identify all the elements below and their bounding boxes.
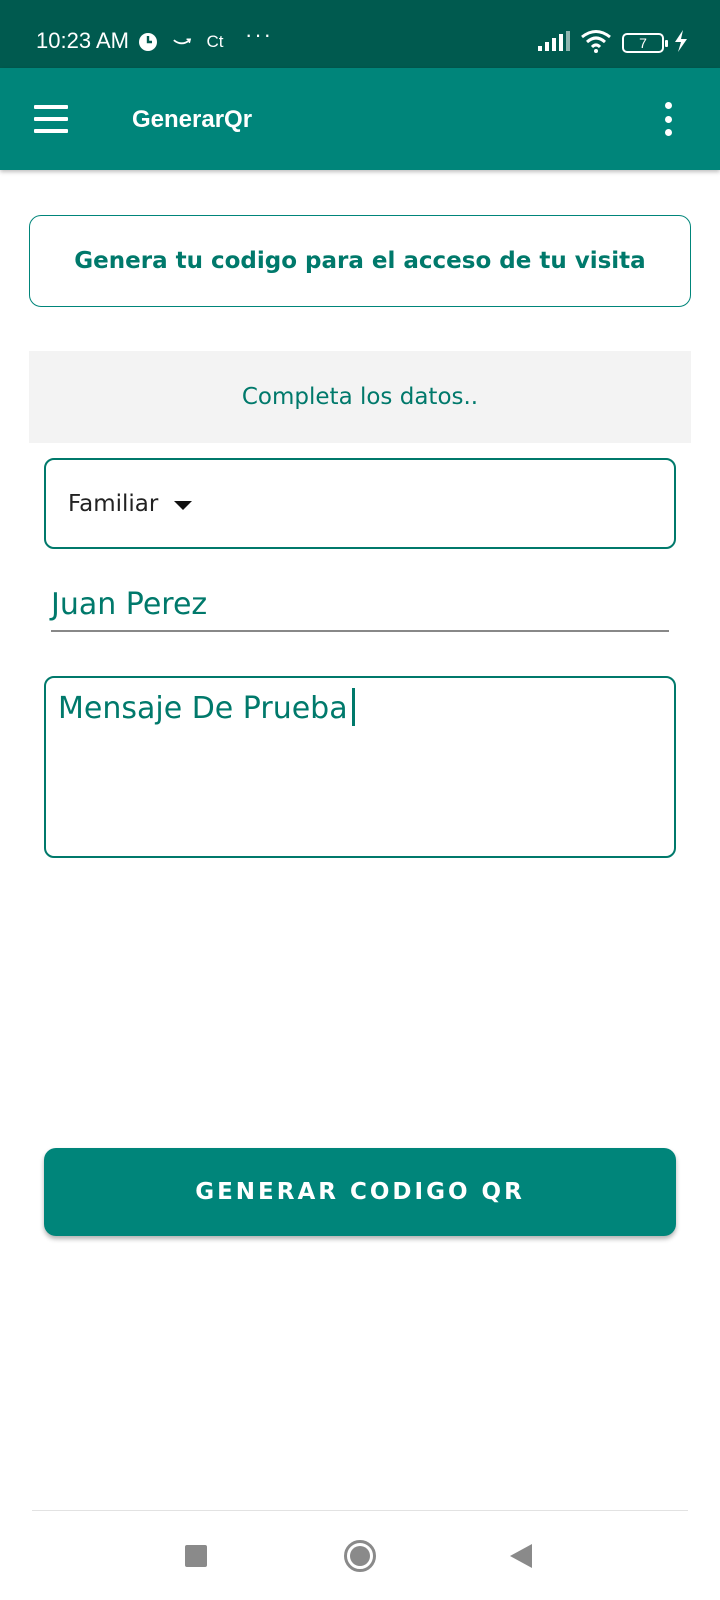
- message-textarea[interactable]: Mensaje De Prueba: [44, 676, 676, 858]
- app-title: GenerarQr: [132, 106, 253, 133]
- menu-icon[interactable]: [34, 105, 68, 133]
- nav-divider: [32, 1510, 688, 1511]
- name-input[interactable]: Juan Perez: [51, 578, 669, 632]
- visit-type-dropdown[interactable]: Familiar: [44, 458, 676, 549]
- signal-icon: [538, 31, 570, 55]
- header-card: Genera tu codigo para el acceso de tu vi…: [29, 215, 691, 307]
- status-right-group: 7: [538, 30, 688, 56]
- more-notifications-icon: ···: [245, 22, 273, 47]
- generate-qr-button[interactable]: GENERAR CODIGO QR: [44, 1148, 676, 1236]
- overflow-menu-icon[interactable]: [664, 102, 672, 136]
- text-cursor: [351, 688, 355, 726]
- back-icon[interactable]: [510, 1544, 532, 1568]
- charging-icon: [674, 30, 688, 56]
- screen: 10:23 AM Ct ··· 7 GenerarQr Genera tu co…: [0, 0, 720, 1600]
- name-input-value: Juan Perez: [51, 586, 208, 622]
- header-card-text: Genera tu codigo para el acceso de tu vi…: [74, 248, 646, 274]
- wifi-icon: [580, 29, 612, 57]
- message-value: Mensaje De Prueba: [58, 691, 348, 726]
- status-bar: 10:23 AM Ct ··· 7: [0, 0, 720, 68]
- generate-qr-button-label: GENERAR CODIGO QR: [195, 1179, 525, 1205]
- form-subtitle-band: Completa los datos..: [29, 351, 691, 443]
- dropdown-arrow-icon: [174, 501, 193, 510]
- visit-type-selected: Familiar: [68, 490, 159, 517]
- home-icon[interactable]: [344, 1540, 376, 1572]
- clock-icon: [138, 32, 158, 52]
- system-nav-bar: [0, 1512, 720, 1600]
- form-subtitle: Completa los datos..: [241, 384, 479, 410]
- amazon-icon: [172, 32, 192, 52]
- ct-icon: Ct: [206, 32, 224, 51]
- battery-icon: 7: [622, 33, 668, 53]
- app-bar: GenerarQr: [0, 68, 720, 170]
- recents-icon[interactable]: [185, 1545, 207, 1567]
- status-time: 10:23 AM: [36, 28, 129, 53]
